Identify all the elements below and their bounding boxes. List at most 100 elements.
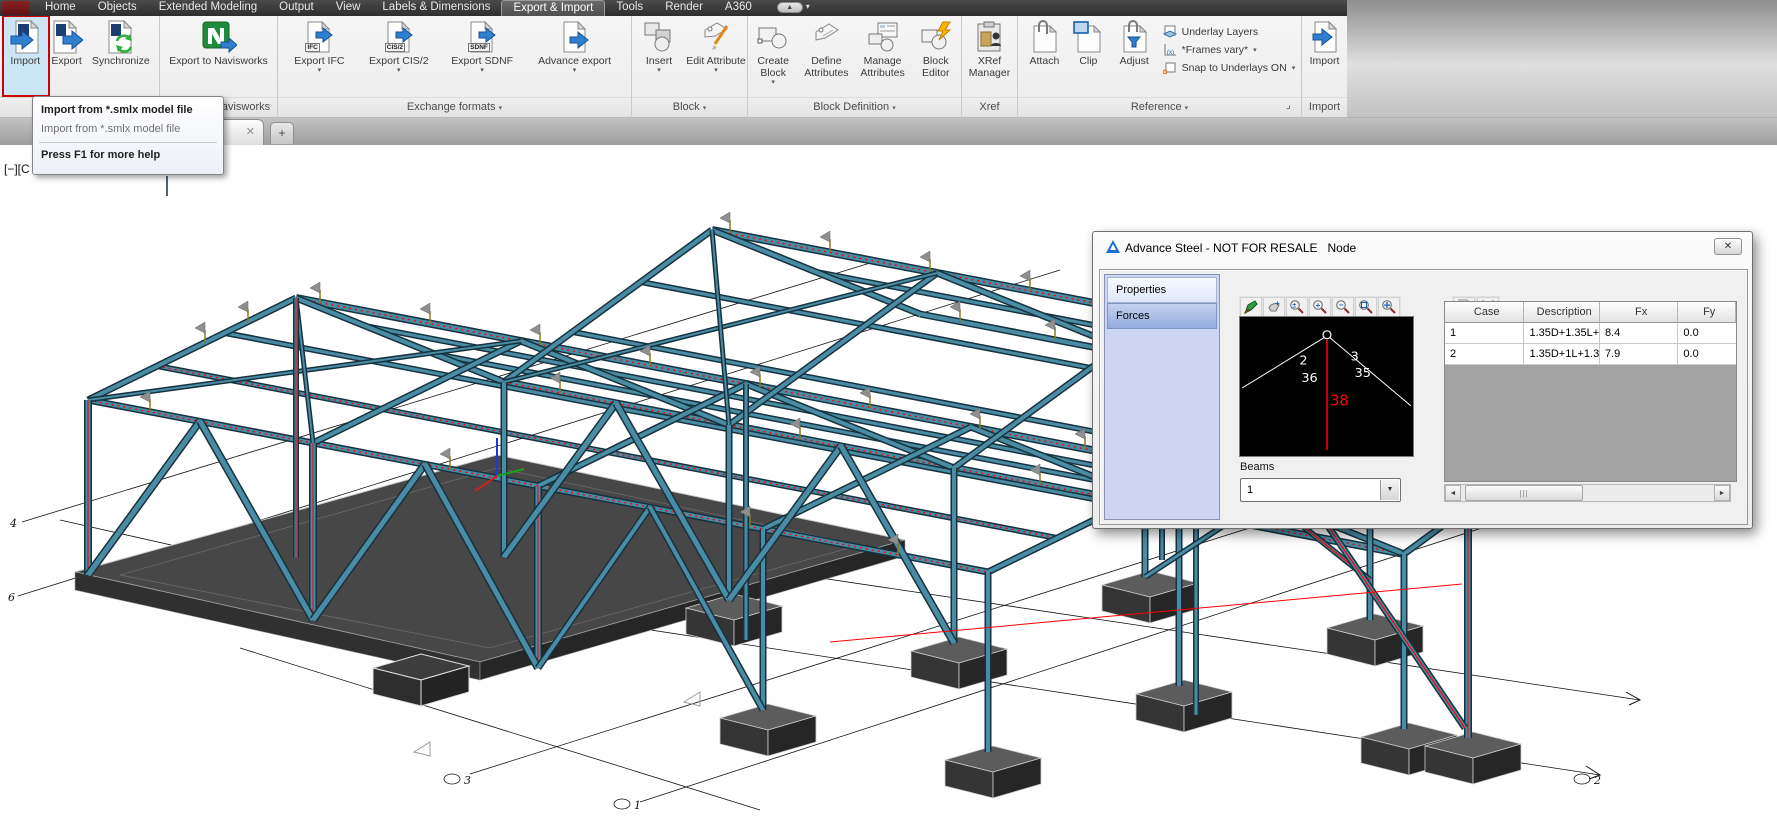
- chevron-down-icon[interactable]: ▾: [806, 0, 810, 16]
- clip-button[interactable]: Clip: [1071, 19, 1106, 67]
- svg-text:4: 4: [9, 517, 17, 530]
- zoom-out-button[interactable]: −: [1332, 297, 1354, 317]
- nav-item-forces[interactable]: Forces: [1107, 303, 1217, 329]
- chevron-down-icon: ▾: [397, 67, 401, 74]
- zoom-window-button[interactable]: [1355, 297, 1377, 317]
- svg-text:38: 38: [1330, 393, 1349, 410]
- manage-attributes-button[interactable]: Manage Attributes: [855, 19, 911, 79]
- menu-tab-labels-dimensions[interactable]: Labels & Dimensions: [371, 0, 501, 16]
- xref-manager-icon: [973, 19, 1007, 55]
- application-window: 4 6 3 1 2 [−][C Home Objects Extended Mo…: [0, 0, 1777, 821]
- chevron-down-icon: ▾: [498, 105, 503, 112]
- export-button[interactable]: Export: [51, 19, 83, 67]
- ribbon-empty-area: [1347, 0, 1777, 118]
- menu-bar: Home Objects Extended Modeling Output Vi…: [0, 0, 1347, 16]
- underlay-layers-icon: [1162, 25, 1177, 38]
- menu-tab-a360[interactable]: A360: [714, 0, 763, 16]
- synchronize-button[interactable]: Synchronize: [92, 19, 150, 67]
- table-horizontal-scrollbar[interactable]: ◄ ||| ►: [1444, 484, 1731, 502]
- svg-text:−: −: [1339, 300, 1344, 309]
- close-tab-icon[interactable]: ✕: [246, 125, 255, 138]
- export-sdnf-button[interactable]: SDNF Export SDNF ▾: [446, 19, 518, 74]
- scroll-left-icon[interactable]: ◄: [1445, 485, 1461, 501]
- attach-button[interactable]: Attach: [1022, 19, 1067, 67]
- table-header-row: Case Description Fx Fy: [1445, 302, 1736, 323]
- group-label-xref[interactable]: Xref: [962, 98, 1018, 118]
- table-row[interactable]: 1 1.35D+1.35L+ 8.4 0.0: [1445, 323, 1736, 344]
- node-preview-canvas[interactable]: 2 36 3 35 38: [1239, 316, 1414, 457]
- export-cis2-button[interactable]: CIS/2 Export CIS/2 ▾: [361, 19, 437, 74]
- frames-vary-button[interactable]: (x) *Frames vary* ▾: [1163, 43, 1301, 56]
- menu-tab-home[interactable]: Home: [34, 0, 87, 16]
- export-ifc-button[interactable]: IFC Export IFC ▾: [287, 19, 351, 74]
- xref-manager-button[interactable]: XRef Manager: [963, 19, 1017, 79]
- ribbon-collapse-button[interactable]: ▲: [776, 2, 803, 13]
- dialog-nav-panel: Properties Forces: [1104, 274, 1220, 520]
- chevron-down-icon: ▾: [702, 105, 707, 112]
- menu-tab-view[interactable]: View: [325, 0, 372, 16]
- nav-item-properties[interactable]: Properties: [1107, 277, 1217, 303]
- import-smlx-button[interactable]: Import: [1303, 19, 1346, 67]
- svg-text:3: 3: [464, 774, 471, 787]
- svg-text:36: 36: [1301, 371, 1317, 386]
- menu-tab-output[interactable]: Output: [268, 0, 325, 16]
- group-label-exchange-formats[interactable]: Exchange formats ▾: [278, 98, 632, 118]
- import-tooltip: Import from *.smlx model file Import fro…: [32, 96, 224, 175]
- chevron-down-icon: ▾: [1184, 105, 1189, 112]
- import-icon: [9, 19, 41, 55]
- scrollbar-thumb[interactable]: |||: [1465, 485, 1583, 501]
- snap-underlays-icon: [1162, 62, 1176, 74]
- group-label-import[interactable]: Import: [1302, 98, 1347, 118]
- group-label-block-definition[interactable]: Block Definition ▾: [748, 98, 962, 118]
- insert-button[interactable]: Insert ▾: [633, 19, 685, 74]
- menu-tab-export-import[interactable]: Export & Import: [501, 0, 606, 16]
- app-button[interactable]: [2, 1, 30, 15]
- svg-text:6: 6: [8, 591, 15, 604]
- export-cis2-icon: CIS/2: [384, 19, 414, 55]
- snap-to-underlays-button[interactable]: Snap to Underlays ON ▾: [1162, 61, 1301, 74]
- svg-text:2: 2: [1299, 353, 1307, 368]
- zoom-dynamic-button[interactable]: ±: [1286, 297, 1308, 317]
- combo-dropdown-icon[interactable]: ▼: [1380, 480, 1399, 500]
- adjust-button[interactable]: Adjust: [1110, 19, 1159, 67]
- navisworks-icon: [201, 19, 237, 55]
- group-label-reference[interactable]: Reference ▾: [1018, 98, 1302, 118]
- define-attributes-button[interactable]: Define Attributes: [798, 19, 854, 79]
- new-tab-button[interactable]: +: [270, 122, 294, 144]
- zoom-in-button[interactable]: +: [1309, 297, 1331, 317]
- create-block-button[interactable]: Create Block ▾: [748, 19, 798, 86]
- tooltip-description: Import from *.smlx model file: [41, 123, 181, 135]
- export-ifc-icon: IFC: [304, 19, 334, 55]
- table-row[interactable]: 2 1.35D+1L+1.3 7.9 0.0: [1445, 344, 1736, 365]
- tooltip-footer: Press F1 for more help: [41, 149, 161, 161]
- import-button[interactable]: Import: [9, 19, 41, 67]
- beam-selector[interactable]: 1 ▼: [1240, 478, 1401, 502]
- svg-text:+: +: [1275, 299, 1280, 308]
- scroll-right-icon[interactable]: ►: [1714, 485, 1730, 501]
- dialog-title: Advance Steel - NOT FOR RESALE Node: [1125, 241, 1357, 255]
- menu-tab-tools[interactable]: Tools: [605, 0, 654, 16]
- edit-attribute-button[interactable]: Edit Attribute ▾: [686, 19, 746, 74]
- synchronize-icon: [105, 19, 137, 55]
- adjust-icon: [1118, 19, 1150, 55]
- advance-export-button[interactable]: Advance export ▾: [528, 19, 622, 74]
- export-sdnf-icon: SDNF: [467, 19, 497, 55]
- dialog-launcher-icon[interactable]: ⌟: [1286, 100, 1291, 111]
- zoom-extents-button[interactable]: ✛: [1378, 297, 1400, 317]
- chevron-down-icon: ▾: [572, 67, 577, 74]
- block-editor-button[interactable]: Block Editor: [911, 19, 961, 79]
- svg-text:±: ±: [1292, 303, 1296, 310]
- menu-tab-extended-modeling[interactable]: Extended Modeling: [148, 0, 268, 16]
- export-to-navisworks-button[interactable]: Export to Navisworks: [163, 19, 275, 67]
- group-label-block[interactable]: Block ▾: [632, 98, 748, 118]
- viewport-controls[interactable]: [−][C: [4, 162, 30, 176]
- underlay-layers-button[interactable]: Underlay Layers: [1162, 25, 1301, 38]
- menu-tab-objects[interactable]: Objects: [87, 0, 148, 16]
- pan-button[interactable]: +: [1263, 297, 1285, 317]
- menu-tab-render[interactable]: Render: [654, 0, 714, 16]
- svg-text:1: 1: [634, 799, 641, 812]
- dialog-close-button[interactable]: ✕: [1714, 238, 1742, 255]
- cases-table: Case Description Fx Fy 1 1.35D+1.35L+ 8.…: [1444, 301, 1737, 482]
- edit-forces-button[interactable]: [1240, 297, 1262, 317]
- clip-icon: [1072, 19, 1104, 55]
